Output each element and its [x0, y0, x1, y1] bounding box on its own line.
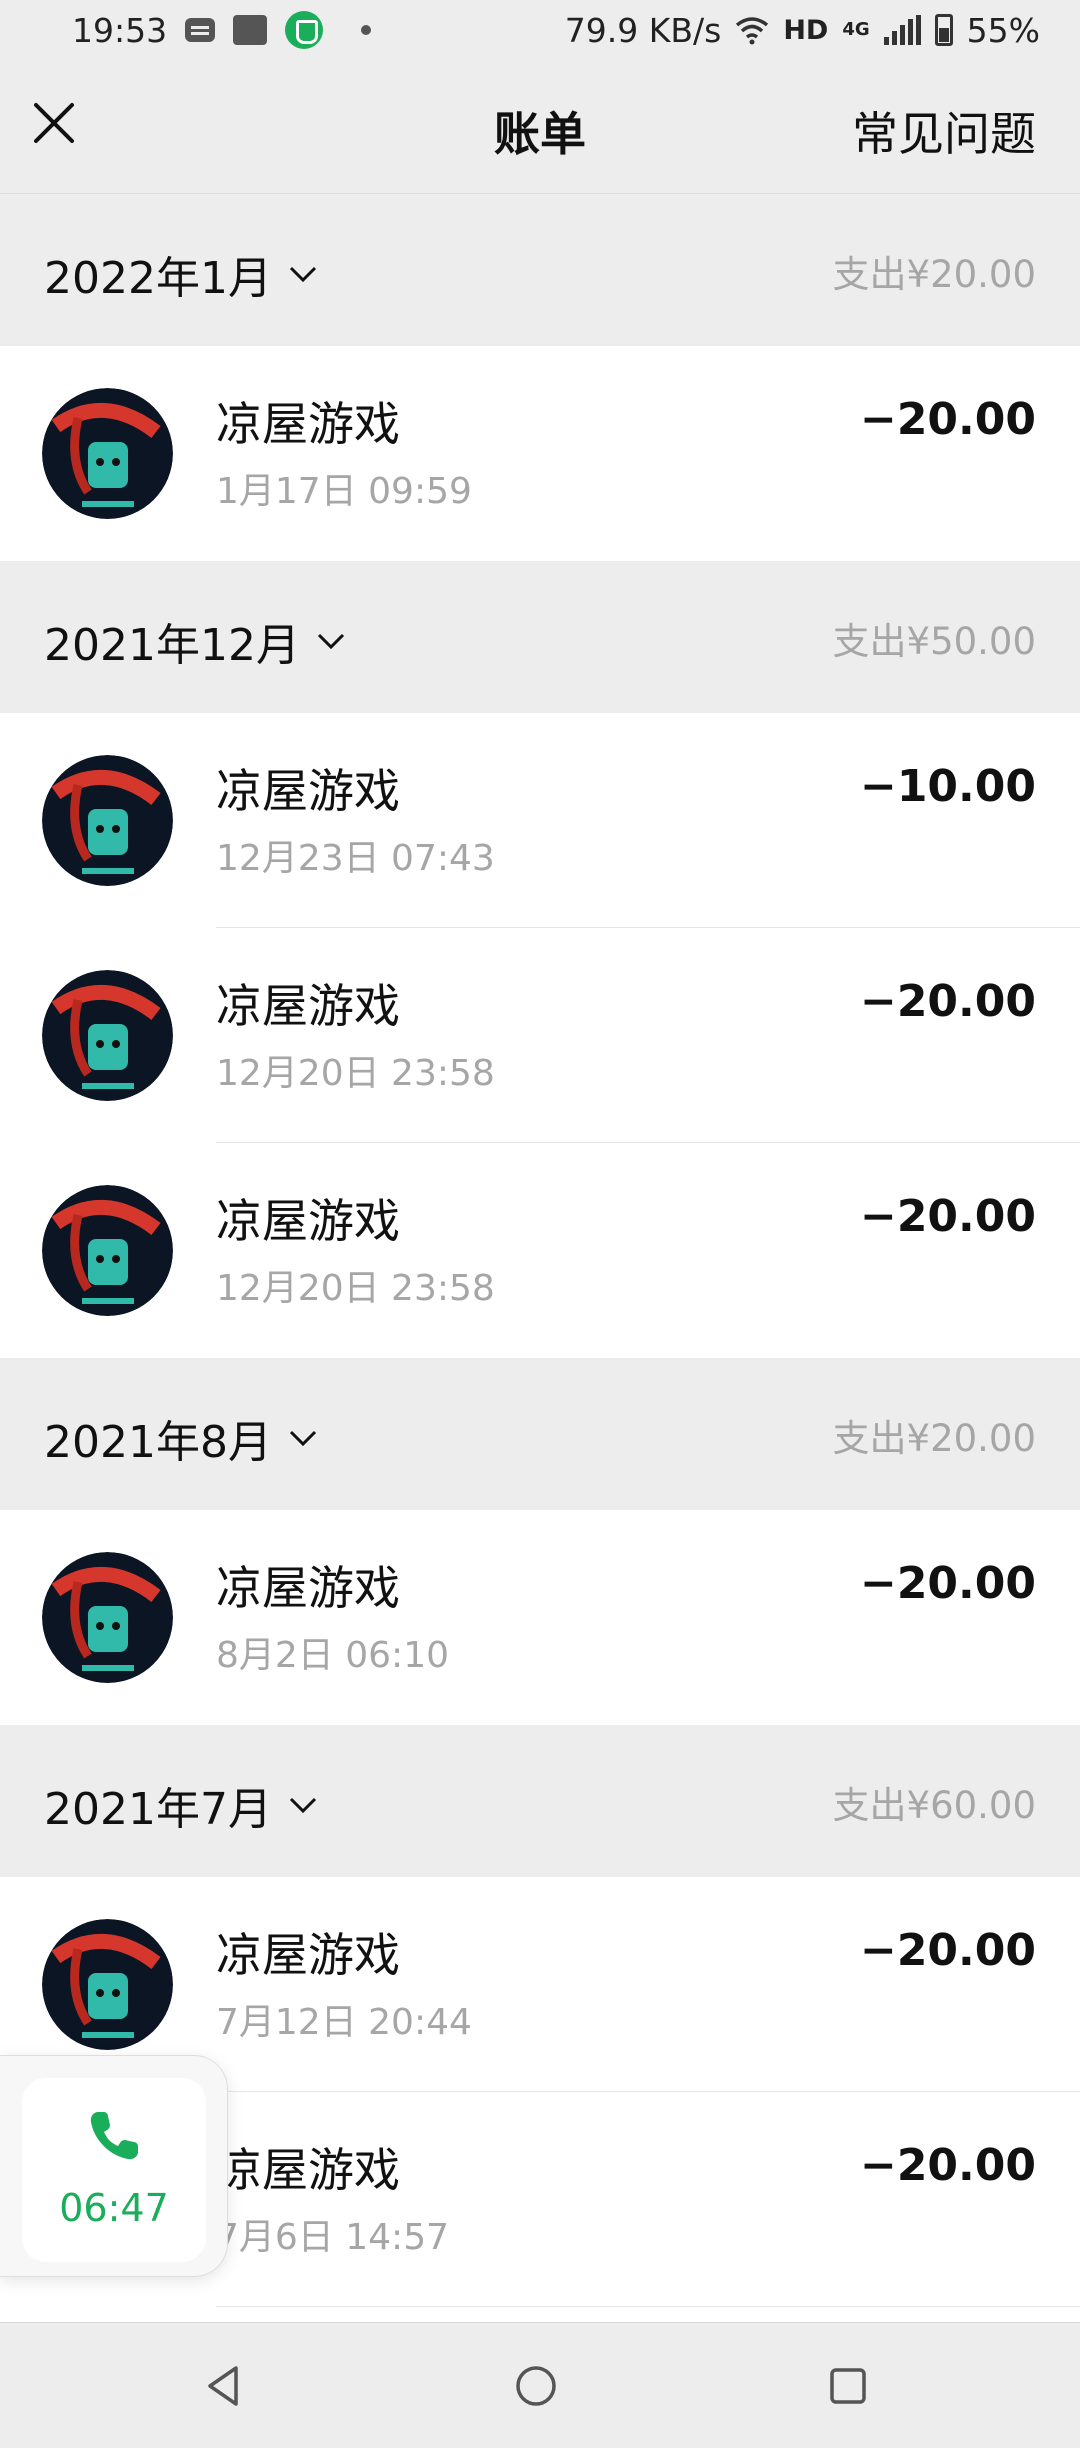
merchant-name: 凉屋游戏 [216, 2143, 400, 2197]
merchant-name: 凉屋游戏 [216, 1194, 400, 1248]
top-bar: 账单 常见问题 [0, 60, 1080, 194]
faq-link[interactable]: 常见问题 [852, 98, 1036, 164]
transaction-time: 12月20日 23:58 [216, 1268, 495, 1309]
month-selector[interactable]: 2021年12月 [44, 609, 346, 673]
merchant-name: 凉屋游戏 [216, 1561, 400, 1615]
merchant-name: 凉屋游戏 [216, 764, 400, 818]
transaction-amount: −20.00 [859, 1558, 1036, 1609]
month-total: 支出¥20.00 [832, 1417, 1036, 1460]
battery-percent: 55% [966, 10, 1040, 50]
message-notification-icon [185, 18, 216, 42]
chevron-down-icon [289, 1797, 317, 1814]
bill-item[interactable]: 凉屋游戏 1月17日 09:59 −20.00 [0, 346, 1080, 561]
status-bar: 19:53 79.9 KB/s HD 4G 55% [0, 0, 1080, 60]
call-duration: 06:47 [59, 2186, 169, 2230]
bill-item[interactable]: 凉屋游戏 12月20日 23:58 −20.00 [0, 928, 1080, 1143]
transaction-time: 7月12日 20:44 [216, 2002, 472, 2043]
transaction-amount: −20.00 [859, 1925, 1036, 1976]
merchant-avatar [42, 755, 173, 886]
floating-call-widget[interactable]: 06:47 [0, 2055, 228, 2277]
bill-item[interactable]: 凉屋游戏 12月20日 23:58 −20.00 [0, 1143, 1080, 1358]
month-header[interactable]: 2022年1月 支出¥20.00 [0, 194, 1080, 346]
month-total: 支出¥20.00 [832, 253, 1036, 296]
security-notification-icon [285, 11, 324, 49]
transaction-amount: −20.00 [859, 394, 1036, 445]
square-recents-icon[interactable] [824, 2362, 872, 2410]
chevron-down-icon [289, 1430, 317, 1447]
merchant-avatar [42, 1185, 173, 1316]
transaction-amount: −20.00 [859, 1191, 1036, 1242]
merchant-name: 凉屋游戏 [216, 1928, 400, 1982]
month-total: 支出¥50.00 [832, 620, 1036, 663]
system-navigation-bar [0, 2322, 1080, 2448]
merchant-name: 凉屋游戏 [216, 979, 400, 1033]
month-label: 2021年8月 [44, 1417, 272, 1468]
hd-indicator: HD [783, 14, 829, 46]
transaction-time: 7月6日 14:57 [216, 2217, 449, 2258]
network-speed: 79.9 KB/s [564, 10, 722, 50]
month-selector[interactable]: 2021年7月 [44, 1773, 318, 1837]
transaction-amount: −20.00 [859, 2140, 1036, 2191]
shopping-notification-icon [233, 15, 268, 45]
network-type: 4G [842, 19, 870, 40]
month-header[interactable]: 2021年12月 支出¥50.00 [0, 561, 1080, 713]
status-time: 19:53 [72, 10, 168, 50]
month-label: 2021年12月 [44, 620, 300, 671]
call-card[interactable]: 06:47 [22, 2078, 206, 2262]
month-total: 支出¥60.00 [832, 1784, 1036, 1827]
transaction-amount: −10.00 [859, 761, 1036, 812]
merchant-avatar [42, 1919, 173, 2050]
merchant-avatar [42, 1552, 173, 1683]
month-label: 2022年1月 [44, 253, 272, 304]
month-selector[interactable]: 2021年8月 [44, 1406, 318, 1470]
month-selector[interactable]: 2022年1月 [44, 242, 318, 306]
phone-icon [90, 2112, 138, 2160]
triangle-back-icon[interactable] [200, 2362, 248, 2410]
item-divider [216, 2306, 1080, 2307]
bill-item[interactable]: 凉屋游戏 12月23日 07:43 −10.00 [0, 713, 1080, 928]
transaction-time: 8月2日 06:10 [216, 1635, 449, 1676]
wifi-icon [736, 17, 769, 45]
more-notifications-dot-icon [361, 25, 372, 35]
merchant-name: 凉屋游戏 [216, 397, 400, 451]
transaction-amount: −20.00 [859, 976, 1036, 1027]
battery-icon [934, 14, 953, 46]
bill-page: 19:53 79.9 KB/s HD 4G 55% 账单 常见问题 2022年1… [0, 0, 1080, 2448]
chevron-down-icon [289, 266, 317, 283]
merchant-avatar [42, 970, 173, 1101]
month-label: 2021年7月 [44, 1784, 272, 1835]
merchant-avatar [42, 388, 173, 519]
circle-home-icon[interactable] [512, 2362, 560, 2410]
transaction-time: 1月17日 09:59 [216, 471, 472, 512]
chevron-down-icon [317, 633, 345, 650]
transaction-time: 12月23日 07:43 [216, 838, 495, 879]
bill-item[interactable]: 凉屋游戏 8月2日 06:10 −20.00 [0, 1510, 1080, 1725]
month-header[interactable]: 2021年8月 支出¥20.00 [0, 1358, 1080, 1510]
month-header[interactable]: 2021年7月 支出¥60.00 [0, 1725, 1080, 1877]
transaction-time: 12月20日 23:58 [216, 1053, 495, 1094]
signal-icon [883, 15, 921, 45]
